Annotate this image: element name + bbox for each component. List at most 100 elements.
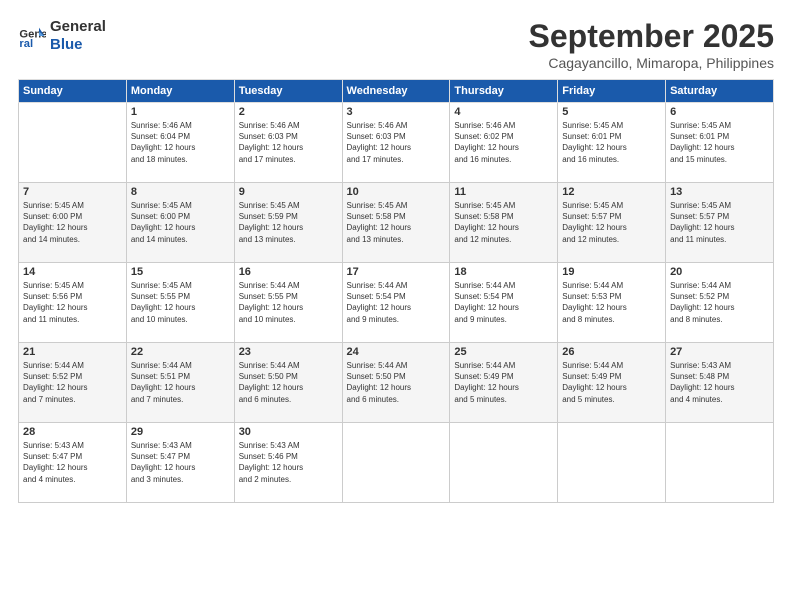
day-number: 15 bbox=[131, 266, 230, 278]
table-row: 1 Sunrise: 5:46 AMSunset: 6:04 PMDaylight… bbox=[126, 103, 234, 183]
cell-content: Sunrise: 5:46 AMSunset: 6:04 PMDaylight:… bbox=[131, 120, 230, 165]
cell-content: Sunrise: 5:44 AMSunset: 5:51 PMDaylight:… bbox=[131, 360, 230, 405]
table-row: 13 Sunrise: 5:45 AMSunset: 5:57 PMDayligh… bbox=[666, 183, 774, 263]
table-row: 9Sunrise: 5:45 AMSunset: 5:59 PMDaylight… bbox=[234, 183, 342, 263]
table-row: 26 Sunrise: 5:44 AMSunset: 5:49 PMDayligh… bbox=[558, 343, 666, 423]
title-block: September 2025 Cagayancillo, Mimaropa, P… bbox=[529, 18, 774, 71]
col-wednesday: Wednesday bbox=[342, 80, 450, 103]
table-row: 21 Sunrise: 5:44 AMSunset: 5:52 PMDayligh… bbox=[19, 343, 127, 423]
day-number: 7 bbox=[23, 186, 122, 198]
cell-content: Sunrise: 5:45 AMSunset: 5:57 PMDaylight:… bbox=[562, 200, 661, 245]
cell-content: Sunrise: 5:43 AMSunset: 5:47 PMDaylight:… bbox=[23, 440, 122, 485]
day-number: 10 bbox=[347, 186, 446, 198]
col-monday: Monday bbox=[126, 80, 234, 103]
table-row: 8Sunrise: 5:45 AMSunset: 6:00 PMDaylight… bbox=[126, 183, 234, 263]
table-row: 3 Sunrise: 5:46 AMSunset: 6:03 PMDaylight… bbox=[342, 103, 450, 183]
day-number: 23 bbox=[239, 346, 338, 358]
day-number: 22 bbox=[131, 346, 230, 358]
table-row: 19 Sunrise: 5:44 AMSunset: 5:53 PMDayligh… bbox=[558, 263, 666, 343]
col-thursday: Thursday bbox=[450, 80, 558, 103]
day-number: 14 bbox=[23, 266, 122, 278]
cell-content: Sunrise: 5:44 AMSunset: 5:55 PMDaylight:… bbox=[239, 280, 338, 325]
cell-content: Sunrise: 5:45 AMSunset: 5:55 PMDaylight:… bbox=[131, 280, 230, 325]
cell-content: Sunrise: 5:46 AMSunset: 6:03 PMDaylight:… bbox=[347, 120, 446, 165]
table-row: 24 Sunrise: 5:44 AMSunset: 5:50 PMDayligh… bbox=[342, 343, 450, 423]
table-row: 22 Sunrise: 5:44 AMSunset: 5:51 PMDayligh… bbox=[126, 343, 234, 423]
month-title: September 2025 bbox=[529, 18, 774, 55]
day-number: 11 bbox=[454, 186, 553, 198]
cell-content: Sunrise: 5:44 AMSunset: 5:49 PMDaylight:… bbox=[562, 360, 661, 405]
table-row bbox=[19, 103, 127, 183]
cell-content: Sunrise: 5:45 AMSunset: 6:00 PMDaylight:… bbox=[23, 200, 122, 245]
day-number: 18 bbox=[454, 266, 553, 278]
day-number: 5 bbox=[562, 106, 661, 118]
cell-content: Sunrise: 5:45 AMSunset: 5:59 PMDaylight:… bbox=[239, 200, 338, 245]
cell-content: Sunrise: 5:44 AMSunset: 5:52 PMDaylight:… bbox=[23, 360, 122, 405]
cell-content: Sunrise: 5:44 AMSunset: 5:49 PMDaylight:… bbox=[454, 360, 553, 405]
calendar-body: 1 Sunrise: 5:46 AMSunset: 6:04 PMDaylight… bbox=[19, 103, 774, 503]
day-number: 24 bbox=[347, 346, 446, 358]
table-row: 28 Sunrise: 5:43 AMSunset: 5:47 PMDayligh… bbox=[19, 423, 127, 503]
table-row: 12 Sunrise: 5:45 AMSunset: 5:57 PMDayligh… bbox=[558, 183, 666, 263]
table-row: 4 Sunrise: 5:46 AMSunset: 6:02 PMDaylight… bbox=[450, 103, 558, 183]
table-row: 2 Sunrise: 5:46 AMSunset: 6:03 PMDaylight… bbox=[234, 103, 342, 183]
table-row: 29 Sunrise: 5:43 AMSunset: 5:47 PMDayligh… bbox=[126, 423, 234, 503]
logo: Gene ral General Blue bbox=[18, 18, 106, 54]
logo-line1: General bbox=[50, 18, 106, 36]
day-number: 25 bbox=[454, 346, 553, 358]
cell-content: Sunrise: 5:44 AMSunset: 5:52 PMDaylight:… bbox=[670, 280, 769, 325]
table-row: 7 Sunrise: 5:45 AMSunset: 6:00 PMDaylight… bbox=[19, 183, 127, 263]
table-row: 16 Sunrise: 5:44 AMSunset: 5:55 PMDayligh… bbox=[234, 263, 342, 343]
table-row: 27Sunrise: 5:43 AMSunset: 5:48 PMDayligh… bbox=[666, 343, 774, 423]
day-number: 16 bbox=[239, 266, 338, 278]
day-number: 28 bbox=[23, 426, 122, 438]
cell-content: Sunrise: 5:44 AMSunset: 5:50 PMDaylight:… bbox=[239, 360, 338, 405]
page-header: Gene ral General Blue September 2025 Cag… bbox=[18, 18, 774, 71]
day-number: 13 bbox=[670, 186, 769, 198]
day-number: 19 bbox=[562, 266, 661, 278]
day-number: 6 bbox=[670, 106, 769, 118]
day-number: 29 bbox=[131, 426, 230, 438]
table-row: 14 Sunrise: 5:45 AMSunset: 5:56 PMDayligh… bbox=[19, 263, 127, 343]
table-row: 5 Sunrise: 5:45 AMSunset: 6:01 PMDaylight… bbox=[558, 103, 666, 183]
cell-content: Sunrise: 5:43 AMSunset: 5:47 PMDaylight:… bbox=[131, 440, 230, 485]
cell-content: Sunrise: 5:44 AMSunset: 5:53 PMDaylight:… bbox=[562, 280, 661, 325]
cell-content: Sunrise: 5:44 AMSunset: 5:50 PMDaylight:… bbox=[347, 360, 446, 405]
day-number: 3 bbox=[347, 106, 446, 118]
col-tuesday: Tuesday bbox=[234, 80, 342, 103]
table-row: 11 Sunrise: 5:45 AMSunset: 5:58 PMDayligh… bbox=[450, 183, 558, 263]
cell-content: Sunrise: 5:44 AMSunset: 5:54 PMDaylight:… bbox=[454, 280, 553, 325]
day-number: 17 bbox=[347, 266, 446, 278]
day-number: 20 bbox=[670, 266, 769, 278]
day-number: 21 bbox=[23, 346, 122, 358]
table-row bbox=[342, 423, 450, 503]
table-row: 30Sunrise: 5:43 AMSunset: 5:46 PMDayligh… bbox=[234, 423, 342, 503]
day-number: 1 bbox=[131, 106, 230, 118]
day-number: 26 bbox=[562, 346, 661, 358]
day-number: 12 bbox=[562, 186, 661, 198]
day-number: 2 bbox=[239, 106, 338, 118]
cell-content: Sunrise: 5:45 AMSunset: 5:56 PMDaylight:… bbox=[23, 280, 122, 325]
table-row bbox=[450, 423, 558, 503]
col-sunday: Sunday bbox=[19, 80, 127, 103]
cell-content: Sunrise: 5:45 AMSunset: 6:00 PMDaylight:… bbox=[131, 200, 230, 245]
logo-line2: Blue bbox=[50, 36, 106, 54]
table-row: 15 Sunrise: 5:45 AMSunset: 5:55 PMDayligh… bbox=[126, 263, 234, 343]
cell-content: Sunrise: 5:45 AMSunset: 6:01 PMDaylight:… bbox=[670, 120, 769, 165]
cell-content: Sunrise: 5:45 AMSunset: 5:58 PMDaylight:… bbox=[454, 200, 553, 245]
table-row: 20 Sunrise: 5:44 AMSunset: 5:52 PMDayligh… bbox=[666, 263, 774, 343]
cell-content: Sunrise: 5:43 AMSunset: 5:48 PMDaylight:… bbox=[670, 360, 769, 405]
cell-content: Sunrise: 5:46 AMSunset: 6:02 PMDaylight:… bbox=[454, 120, 553, 165]
svg-text:ral: ral bbox=[19, 38, 33, 50]
table-row: 17 Sunrise: 5:44 AMSunset: 5:54 PMDayligh… bbox=[342, 263, 450, 343]
location: Cagayancillo, Mimaropa, Philippines bbox=[529, 55, 774, 71]
logo-icon: Gene ral bbox=[18, 22, 46, 50]
cell-content: Sunrise: 5:45 AMSunset: 6:01 PMDaylight:… bbox=[562, 120, 661, 165]
table-row: 23 Sunrise: 5:44 AMSunset: 5:50 PMDayligh… bbox=[234, 343, 342, 423]
cell-content: Sunrise: 5:46 AMSunset: 6:03 PMDaylight:… bbox=[239, 120, 338, 165]
cell-content: Sunrise: 5:44 AMSunset: 5:54 PMDaylight:… bbox=[347, 280, 446, 325]
table-row bbox=[666, 423, 774, 503]
cell-content: Sunrise: 5:43 AMSunset: 5:46 PMDaylight:… bbox=[239, 440, 338, 485]
day-number: 4 bbox=[454, 106, 553, 118]
cell-content: Sunrise: 5:45 AMSunset: 5:57 PMDaylight:… bbox=[670, 200, 769, 245]
